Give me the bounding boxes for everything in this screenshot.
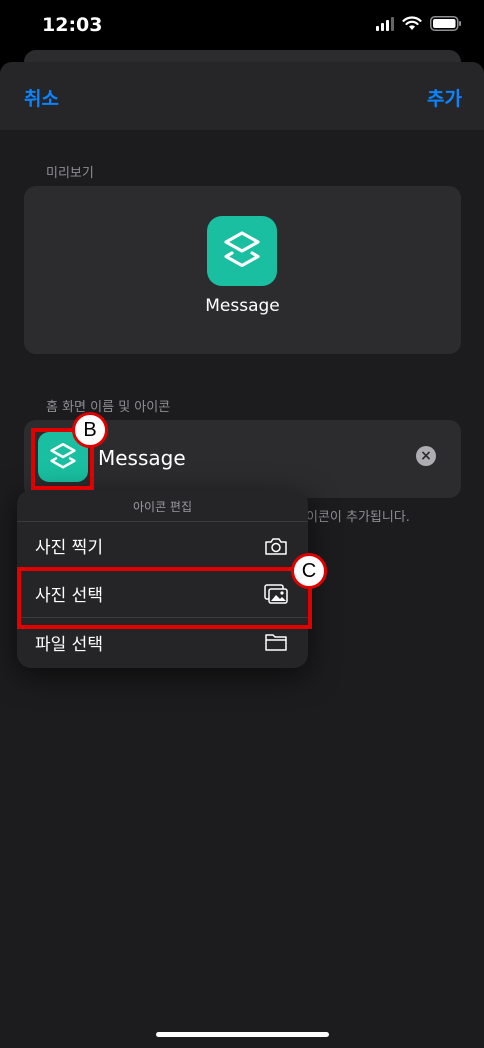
add-button[interactable]: 추가	[427, 84, 462, 111]
cellular-signal-icon	[376, 16, 394, 31]
folder-icon	[265, 634, 287, 651]
cancel-button[interactable]: 취소	[24, 84, 59, 111]
menu-item-label: 파일 선택	[35, 634, 103, 655]
status-icons	[376, 16, 462, 31]
annotation-marker-b: B	[72, 412, 108, 448]
status-time: 12:03	[42, 14, 103, 36]
annotation-marker-c: C	[291, 553, 327, 589]
menu-item-label: 사진 찍기	[35, 538, 103, 558]
clear-text-button[interactable]: ×	[416, 446, 436, 466]
preview-section-label: 미리보기	[46, 166, 94, 181]
wifi-icon	[402, 16, 422, 30]
home-name-input[interactable]: Message	[98, 446, 186, 470]
shortcuts-icon	[224, 231, 260, 268]
app-preview-icon	[207, 216, 277, 286]
nav-bar: 취소 추가	[0, 62, 484, 130]
menu-item-take-photo[interactable]: 사진 찍기	[17, 522, 308, 570]
highlight-box-c	[17, 567, 312, 629]
battery-icon	[430, 16, 461, 31]
clear-icon: ×	[420, 448, 432, 464]
preview-card: Message	[24, 186, 461, 354]
hint-text: 이콘이 추가됩니다.	[306, 510, 410, 525]
preview-app-name: Message	[205, 296, 280, 316]
status-bar: 12:03	[0, 0, 484, 52]
add-to-home-sheet: 취소 추가 미리보기 Message 홈 화면 이름 및 아이콘 Message…	[0, 62, 484, 1048]
home-indicator	[156, 1032, 329, 1037]
menu-title: 아이콘 편집	[17, 490, 308, 522]
home-section-label: 홈 화면 이름 및 아이콘	[46, 400, 171, 415]
camera-icon	[265, 538, 287, 555]
